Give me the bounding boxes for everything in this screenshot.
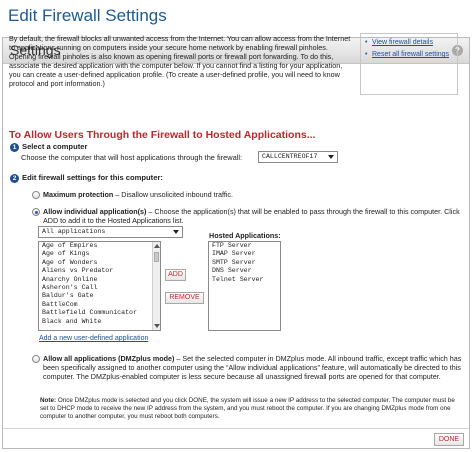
step2-title: 2 Edit firewall settings for this compute… (10, 173, 163, 183)
dmz-note: Note: Once DMZplus mode is selected and … (40, 397, 460, 422)
computer-select-value: CALLCENTREOF17 (262, 153, 318, 160)
individual-apps-option: Allow individual application(s) – Choose… (43, 207, 463, 225)
chevron-down-icon (328, 155, 334, 159)
step1-instruction: Choose the computer that will host appli… (21, 153, 243, 162)
application-list-scrollbar[interactable] (152, 242, 160, 330)
application-list-item[interactable]: Age of Empires (39, 242, 160, 250)
side-links-box: View firewall details Reset all firewall… (360, 33, 458, 95)
scroll-down-icon[interactable] (154, 324, 160, 328)
view-firewall-details-link[interactable]: View firewall details (364, 38, 454, 47)
application-list-item[interactable]: Age of Kings (39, 250, 160, 258)
dmz-plus-radio[interactable] (32, 355, 40, 363)
application-list-item[interactable]: Baldur's Gate (39, 292, 160, 300)
scroll-up-icon[interactable] (154, 244, 160, 248)
application-list-item[interactable]: Aliens vs Predator (39, 267, 160, 275)
hosted-app-item[interactable]: SMTP Server (209, 259, 280, 267)
step-1-badge: 1 (10, 142, 19, 152)
max-protection-option: Maximum protection – Disallow unsolicite… (43, 190, 453, 199)
application-filter-value: All applications (42, 228, 106, 235)
add-user-defined-app-link[interactable]: Add a new user-defined application (39, 335, 148, 342)
computer-select[interactable]: CALLCENTREOF17 (258, 151, 338, 163)
dmz-plus-title: Allow all applications (DMZplus mode) (43, 354, 175, 363)
add-button[interactable]: ADD (165, 269, 186, 281)
application-list-item[interactable]: Anarchy Online (39, 276, 160, 284)
note-label: Note: (40, 397, 57, 404)
individual-apps-title: Allow individual application(s) (43, 207, 147, 216)
max-protection-desc: – Disallow unsolicited inbound traffic. (113, 190, 234, 199)
dmz-plus-option: Allow all applications (DMZplus mode) – … (43, 354, 463, 381)
application-list[interactable]: Age of Empires Age of Kings Age of Wonde… (38, 241, 161, 331)
step-2-badge: 2 (10, 173, 19, 183)
note-text: Once DMZplus mode is selected and you cl… (40, 397, 455, 421)
scroll-thumb[interactable] (154, 252, 159, 262)
section-heading: To Allow Users Through the Firewall to H… (9, 129, 316, 141)
hosted-apps-list[interactable]: FTP Server IMAP Server SMTP Server DNS S… (208, 241, 281, 331)
done-button[interactable]: DONE (434, 433, 464, 446)
step2-title-text: Edit firewall settings for this computer… (22, 173, 163, 182)
footer-divider (3, 428, 469, 429)
hosted-app-item[interactable]: Telnet Server (209, 276, 280, 284)
chevron-down-icon (173, 230, 179, 234)
application-list-item[interactable]: Age of Wonders (39, 259, 160, 267)
application-list-item[interactable]: BattleCom (39, 301, 160, 309)
hosted-apps-label: Hosted Applications: (209, 231, 281, 240)
page-title: Edit Firewall Settings (8, 6, 167, 25)
remove-button[interactable]: REMOVE (165, 292, 204, 304)
reset-firewall-settings-link[interactable]: Reset all firewall settings (364, 50, 454, 59)
application-list-item[interactable]: Black and White (39, 318, 160, 326)
hosted-app-item[interactable]: DNS Server (209, 267, 280, 275)
step1-title: 1 Select a computer (10, 142, 87, 152)
application-list-item[interactable]: Asheron's Call (39, 284, 160, 292)
individual-apps-radio[interactable] (32, 208, 40, 216)
hosted-app-item[interactable]: FTP Server (209, 242, 280, 250)
intro-text: By default, the firewall blocks all unwa… (9, 34, 351, 89)
hosted-app-item[interactable]: IMAP Server (209, 250, 280, 258)
max-protection-radio[interactable] (32, 191, 40, 199)
application-list-item[interactable]: Battlefield Communicator (39, 309, 160, 317)
step1-title-text: Select a computer (22, 142, 88, 151)
application-filter-select[interactable]: All applications (38, 226, 183, 238)
max-protection-title: Maximum protection (43, 190, 114, 199)
